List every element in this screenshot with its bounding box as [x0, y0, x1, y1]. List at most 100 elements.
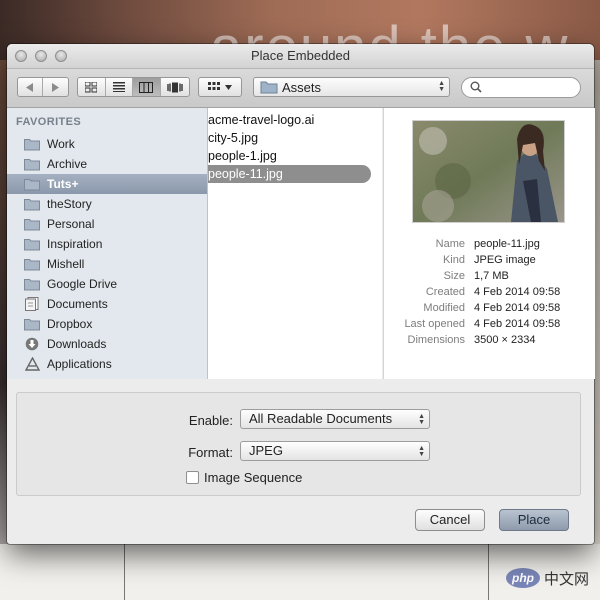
preview-meta-key: Kind	[442, 254, 465, 266]
downloads-icon	[24, 337, 40, 351]
sidebar-item-applications[interactable]: Applications	[7, 354, 207, 374]
forward-button[interactable]	[43, 78, 68, 96]
format-value: JPEG	[249, 443, 283, 458]
list-view-icon	[112, 82, 125, 92]
sidebar-item-work[interactable]: Work	[7, 134, 207, 154]
popup-arrows-icon: ▲ ▼	[418, 445, 425, 458]
sidebar-item-google-drive[interactable]: Google Drive	[7, 274, 207, 294]
preview-meta-key: Last opened	[404, 318, 465, 330]
folder-icon	[24, 277, 40, 291]
sidebar-item-downloads[interactable]: Downloads	[7, 334, 207, 354]
sidebar-item-dropbox[interactable]: Dropbox	[7, 314, 207, 334]
documents-icon	[24, 297, 40, 311]
chevron-left-icon	[26, 82, 33, 92]
place-button[interactable]: Place	[499, 509, 569, 531]
preview-meta-value: 3500 × 2334	[474, 334, 536, 346]
preview-meta-row: Modified 4 Feb 2014 09:58	[384, 302, 595, 318]
pictures-icon	[24, 377, 40, 379]
image-preview-thumbnail	[412, 120, 565, 223]
icon-view-icon	[85, 81, 98, 92]
dialog-title: Place Embedded	[250, 48, 350, 63]
cancel-button[interactable]: Cancel	[415, 509, 485, 531]
chevron-right-icon	[51, 82, 59, 92]
enable-popup[interactable]: All Readable Documents ▲ ▼	[240, 409, 430, 429]
sidebar-item-label: Tuts+	[47, 177, 79, 191]
enable-label: Enable:	[188, 413, 233, 428]
sidebar-item-pict[interactable]: Pict	[7, 374, 207, 379]
sidebar-item-tuts[interactable]: Tuts+	[7, 174, 207, 194]
preview-meta-row: Name people-11.jpg	[384, 238, 595, 254]
sidebar-item-archive[interactable]: Archive	[7, 154, 207, 174]
column-view-button[interactable]	[133, 78, 161, 96]
format-label: Format:	[188, 445, 233, 460]
folder-icon	[24, 257, 40, 271]
preview-meta-value: 4 Feb 2014 09:58	[474, 318, 561, 330]
sidebar-item-label: Google Drive	[47, 277, 118, 291]
sidebar-item-thestory[interactable]: theStory	[7, 194, 207, 214]
back-button[interactable]	[18, 78, 44, 96]
navigation-buttons	[17, 77, 69, 97]
sidebar-item-label: Work	[47, 137, 75, 151]
preview-meta-value: JPEG image	[474, 254, 536, 266]
folder-icon	[24, 197, 40, 211]
preview-meta-key: Dimensions	[407, 334, 465, 346]
sidebar-item-label: Pict	[47, 377, 67, 379]
location-label: Assets	[282, 79, 322, 95]
preview-pane: Name people-11.jpg Kind JPEG image Size 1,7 M…	[383, 108, 595, 379]
preview-meta-value: people-11.jpg	[474, 238, 540, 250]
sidebar-item-documents[interactable]: Documents	[7, 294, 207, 314]
enable-value: All Readable Documents	[249, 411, 393, 426]
preview-meta-key: Size	[443, 270, 465, 282]
folder-icon	[24, 317, 40, 331]
place-embedded-dialog: Place Embedded Assets ▲ ▼ FAVORITES Work…	[7, 44, 595, 544]
preview-meta-row: Dimensions 3500 × 2334	[384, 334, 595, 350]
title-bar: Place Embedded	[7, 44, 594, 69]
file-list-item[interactable]: people-1.jpg	[208, 147, 277, 165]
arrange-grid-icon	[208, 82, 220, 90]
background-divider	[488, 544, 489, 600]
file-list-item[interactable]: people-11.jpg	[208, 165, 371, 183]
sidebar-item-personal[interactable]: Personal	[7, 214, 207, 234]
preview-meta-row: Kind JPEG image	[384, 254, 595, 270]
sidebar-item-label: theStory	[47, 197, 92, 211]
format-popup[interactable]: JPEG ▲ ▼	[240, 441, 430, 461]
preview-meta-key: Modified	[423, 302, 465, 314]
arrange-button[interactable]	[198, 77, 242, 97]
popup-arrows-icon: ▲ ▼	[418, 413, 425, 426]
watermark: php 中文网	[506, 567, 589, 589]
options-panel: Enable: All Readable Documents ▲ ▼ Format…	[16, 392, 581, 496]
watermark-text: 中文网	[544, 569, 590, 588]
preview-meta-row: Created 4 Feb 2014 09:58	[384, 286, 595, 302]
preview-meta-value: 4 Feb 2014 09:58	[474, 302, 561, 314]
column-view-icon	[139, 81, 154, 93]
preview-meta-value: 4 Feb 2014 09:58	[474, 286, 561, 298]
popup-arrows-icon: ▲ ▼	[438, 80, 445, 93]
watermark-logo: php	[506, 568, 540, 588]
sidebar: FAVORITES Work Archive Tuts+ theStory Person…	[7, 108, 208, 379]
search-field[interactable]	[461, 77, 581, 98]
image-sequence-label: Image Sequence	[204, 470, 303, 485]
coverflow-view-icon	[167, 82, 183, 92]
preview-meta-row: Size 1,7 MB	[384, 270, 595, 286]
folder-icon	[260, 81, 278, 94]
sidebar-item-inspiration[interactable]: Inspiration	[7, 234, 207, 254]
sidebar-item-mishell[interactable]: Mishell	[7, 254, 207, 274]
folder-icon	[24, 237, 40, 251]
sidebar-item-label: Personal	[47, 217, 95, 231]
image-sequence-checkbox[interactable]	[186, 471, 199, 484]
sidebar-item-label: Dropbox	[47, 317, 93, 331]
search-icon	[470, 81, 482, 93]
photo-thumbnail	[413, 121, 564, 222]
list-view-button[interactable]	[106, 78, 134, 96]
location-popup[interactable]: Assets ▲ ▼	[253, 77, 450, 97]
sidebar-item-label: Inspiration	[47, 237, 103, 251]
coverflow-view-button[interactable]	[161, 78, 189, 96]
chevron-down-icon	[225, 84, 232, 90]
background-divider	[124, 544, 125, 600]
file-list-item[interactable]: acme-travel-logo.ai	[208, 111, 314, 129]
sidebar-item-label: Documents	[47, 297, 108, 311]
icon-view-button[interactable]	[78, 78, 106, 96]
preview-meta-key: Name	[435, 238, 465, 250]
view-mode-switcher	[77, 77, 190, 97]
file-list-item[interactable]: city-5.jpg	[208, 129, 258, 147]
